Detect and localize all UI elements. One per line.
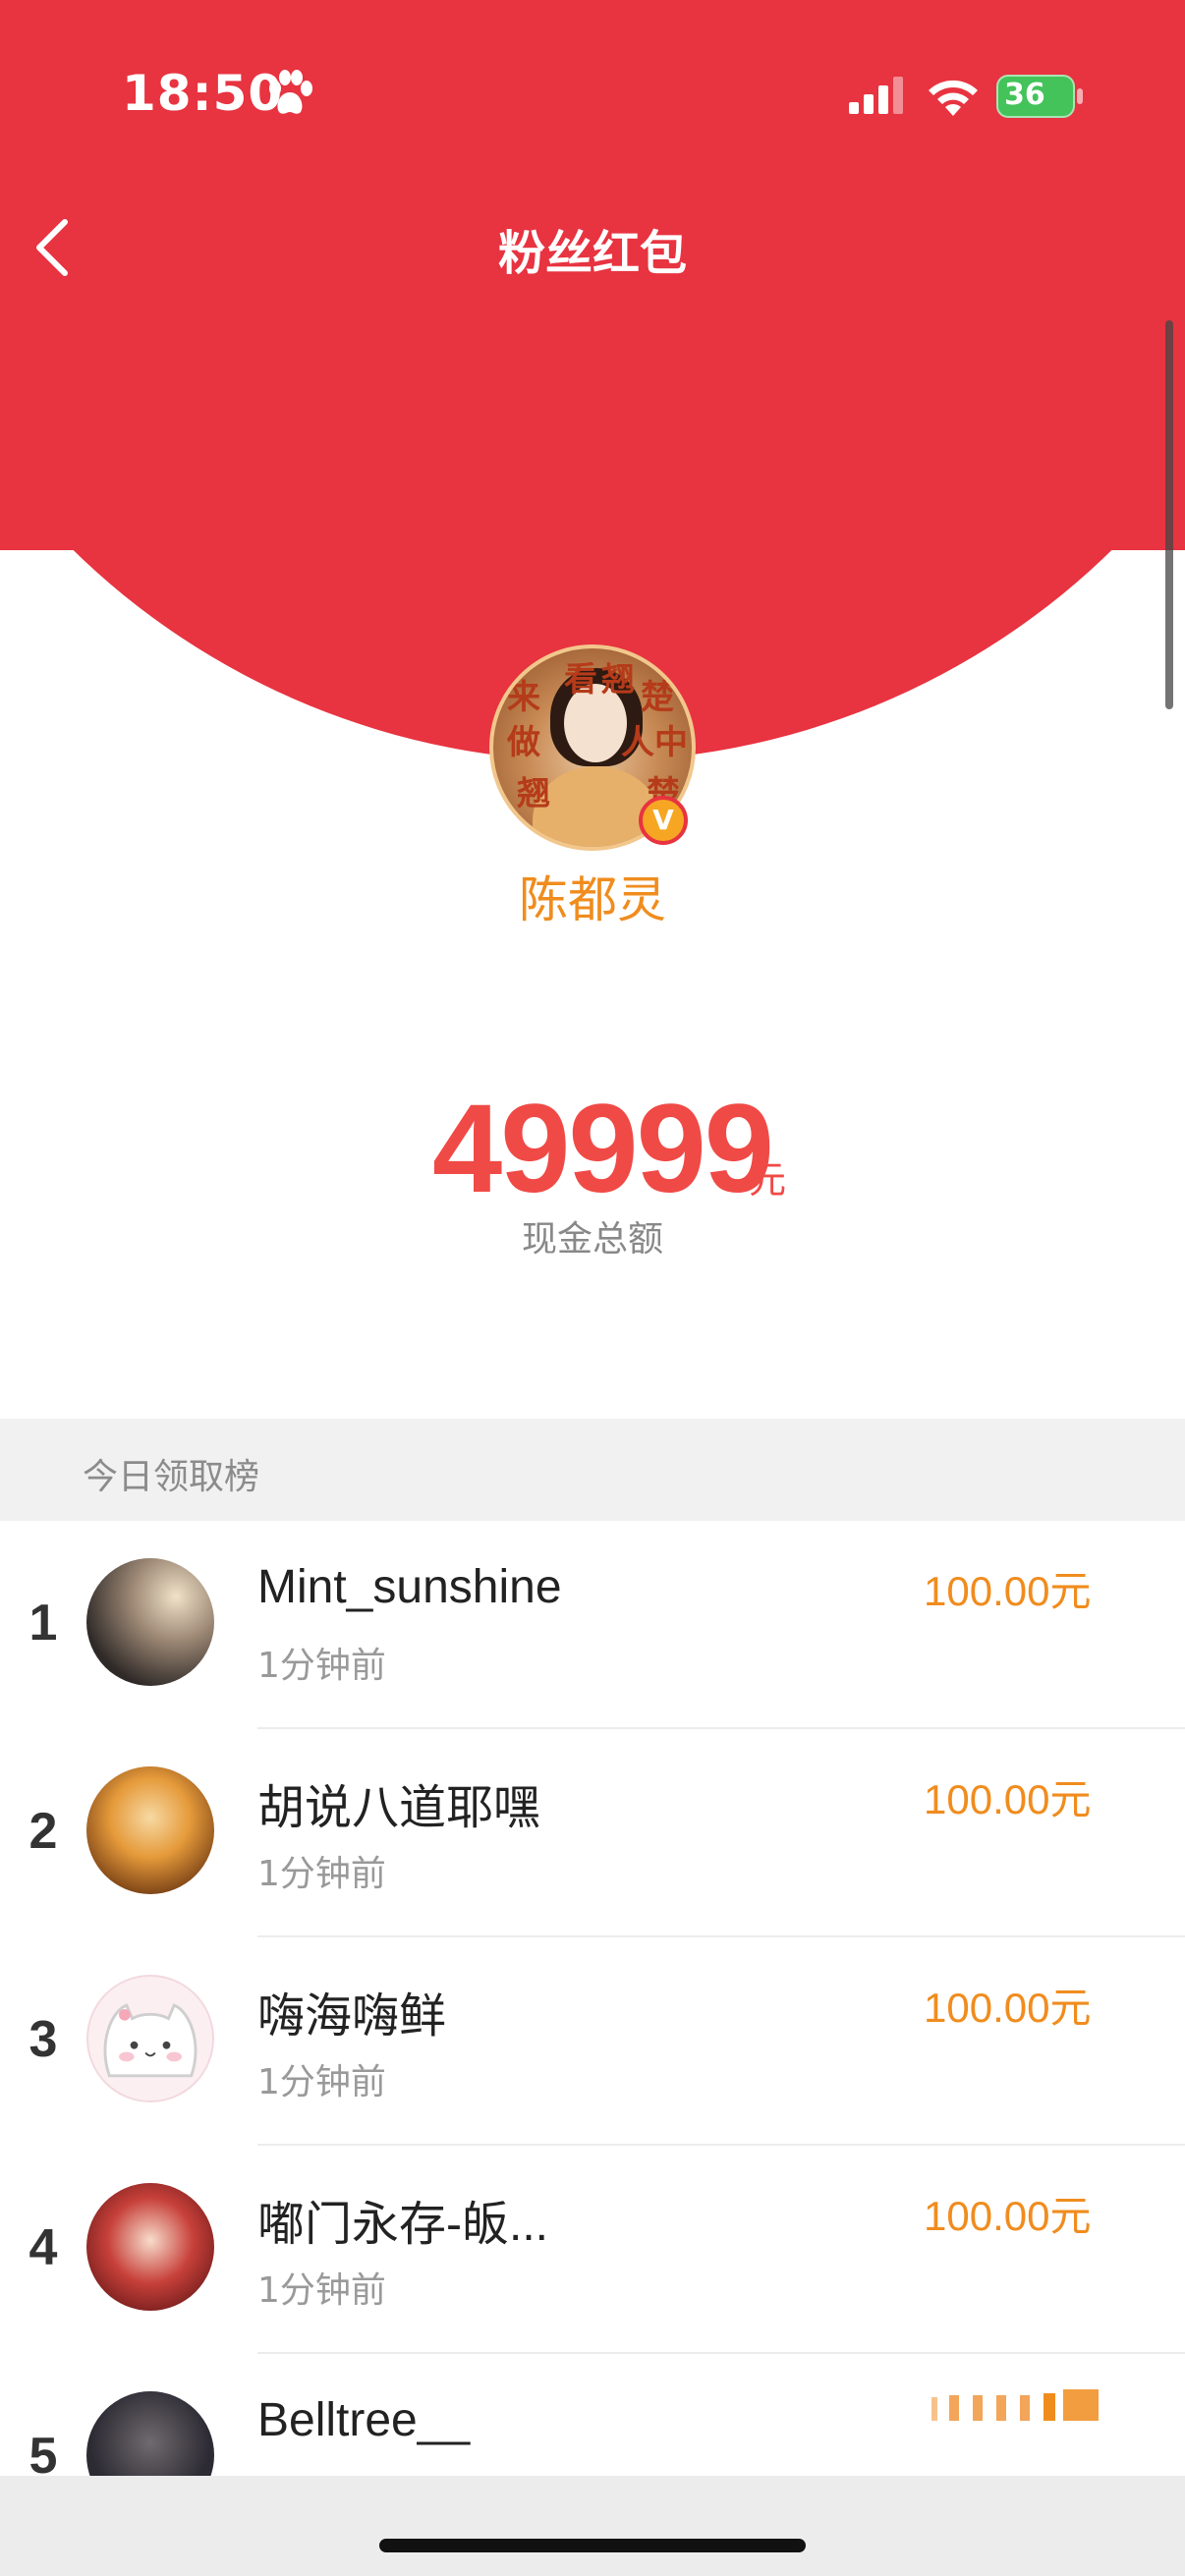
claim-time: 1分钟前 (257, 1646, 386, 1686)
amount-unit: 元 (749, 1158, 787, 1202)
leaderboard-row[interactable]: 1 Mint_sunshine 1分钟前 100.00元 (0, 1521, 1185, 1729)
cellular-signal-icon (849, 77, 903, 114)
user-name: 嘟门永存-皈... (257, 2199, 548, 2251)
status-time: 18:50 (122, 65, 284, 122)
user-name: 胡说八道耶嘿 (257, 1782, 541, 1834)
user-name: Belltree__ (257, 2394, 471, 2446)
wifi-icon (929, 80, 978, 116)
user-name: Mint_sunshine (257, 1561, 562, 1613)
loading-amount-placeholder (931, 2389, 1099, 2421)
home-indicator[interactable] (379, 2539, 806, 2552)
claim-amount: 100.00元 (924, 2193, 1092, 2239)
amount-label: 现金总额 (521, 1219, 663, 1260)
rank-number: 2 (28, 1803, 58, 1860)
leaderboard-row[interactable]: 4 嘟门永存-皈... 1分钟前 100.00元 (0, 2146, 1185, 2354)
user-avatar[interactable] (86, 1975, 214, 2102)
total-amount: 49999 (432, 1079, 774, 1219)
verified-badge-icon: V (639, 796, 688, 845)
user-avatar[interactable] (86, 2183, 214, 2311)
paw-icon (269, 70, 312, 114)
claim-amount: 100.00元 (924, 1985, 1092, 2031)
claim-time: 1分钟前 (257, 2062, 386, 2102)
claim-time: 1分钟前 (257, 1854, 386, 1894)
cat-face-icon (103, 2003, 198, 2078)
claim-time: 1分钟前 (257, 2270, 386, 2311)
claim-amount: 100.00元 (924, 1776, 1092, 1822)
battery-icon: 36 (996, 75, 1083, 118)
user-avatar[interactable] (86, 1558, 214, 1686)
leaderboard-row[interactable]: 2 胡说八道耶嘿 1分钟前 100.00元 (0, 1729, 1185, 1937)
page-title: 粉丝红包 (497, 226, 687, 281)
rank-number: 4 (28, 2219, 58, 2276)
creator-name[interactable]: 陈都灵 (0, 861, 1185, 931)
user-avatar[interactable] (86, 1766, 214, 1894)
rank-number: 1 (28, 1595, 58, 1652)
scrollbar[interactable] (1165, 320, 1173, 709)
leaderboard-row[interactable]: 3 嗨海嗨鲜 1分钟前 100.00元 (0, 1937, 1185, 2146)
claim-amount: 100.00元 (924, 1568, 1092, 1614)
leaderboard-header: 今日领取榜 (0, 1419, 1185, 1521)
home-indicator-area (0, 2476, 1185, 2576)
battery-level: 36 (1004, 78, 1045, 112)
rank-number: 3 (28, 2011, 58, 2068)
user-name: 嗨海嗨鲜 (257, 1990, 447, 2043)
leaderboard-title: 今日领取榜 (83, 1457, 260, 1497)
